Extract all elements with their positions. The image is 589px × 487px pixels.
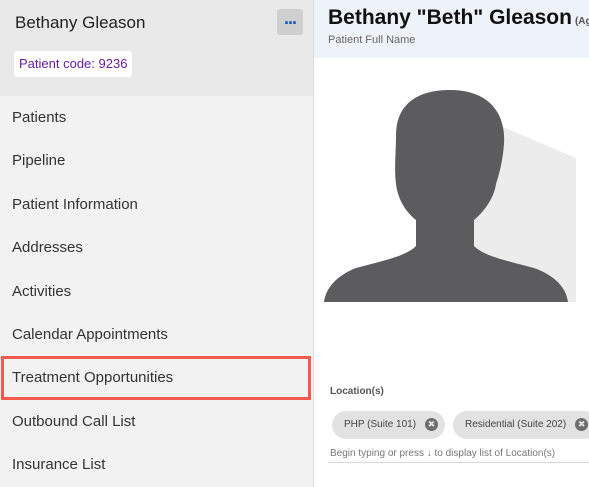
sidebar-item-calendar-appointments[interactable]: Calendar Appointments [0, 313, 313, 356]
more-options-button[interactable]: ... [277, 9, 303, 35]
sidebar-item-insurance-list[interactable]: Insurance List [0, 443, 313, 486]
sidebar-item-patient-information[interactable]: Patient Information [0, 183, 313, 226]
full-name-caption: Patient Full Name [328, 34, 416, 46]
sidebar: Bethany Gleason ... Patient code: 9236 P… [0, 0, 314, 487]
sidebar-nav: Patients Pipeline Patient Information Ad… [0, 96, 313, 487]
patient-age: (Age: 34) [574, 16, 589, 27]
locations-label: Location(s) [330, 386, 384, 397]
location-chip-label: Residential (Suite 202) [465, 419, 567, 430]
detail-header: Bethany "Beth" Gleason(Age: 34) Patient … [314, 0, 589, 58]
location-chip: PHP (Suite 101) ✖ [332, 411, 445, 439]
sidebar-item-treatment-opportunities[interactable]: Treatment Opportunities [1, 356, 311, 400]
locations-input-hint[interactable]: Begin typing or press ↓ to display list … [330, 448, 555, 459]
patient-header: Bethany Gleason ... Patient code: 9236 [0, 0, 313, 96]
avatar-silhouette-icon [324, 90, 576, 302]
locations-input-underline [328, 462, 589, 463]
sidebar-item-patients[interactable]: Patients [0, 96, 313, 139]
patient-full-name-text: Bethany "Beth" Gleason [328, 6, 572, 29]
sidebar-item-activities[interactable]: Activities [0, 270, 313, 313]
patient-full-name: Bethany "Beth" Gleason(Age: 34) [328, 6, 589, 30]
location-chip: Residential (Suite 202) ✖ [453, 411, 589, 439]
sidebar-item-outbound-call-list[interactable]: Outbound Call List [0, 400, 313, 443]
remove-location-icon[interactable]: ✖ [575, 417, 589, 431]
location-chip-label: PHP (Suite 101) [344, 419, 417, 430]
patient-detail-panel: Bethany "Beth" Gleason(Age: 34) Patient … [314, 0, 589, 487]
remove-location-icon[interactable]: ✖ [425, 417, 439, 431]
sidebar-item-pipeline[interactable]: Pipeline [0, 139, 313, 182]
sidebar-item-addresses[interactable]: Addresses [0, 226, 313, 269]
patient-code-badge: Patient code: 9236 [14, 51, 133, 77]
patient-name: Bethany Gleason [15, 13, 146, 32]
